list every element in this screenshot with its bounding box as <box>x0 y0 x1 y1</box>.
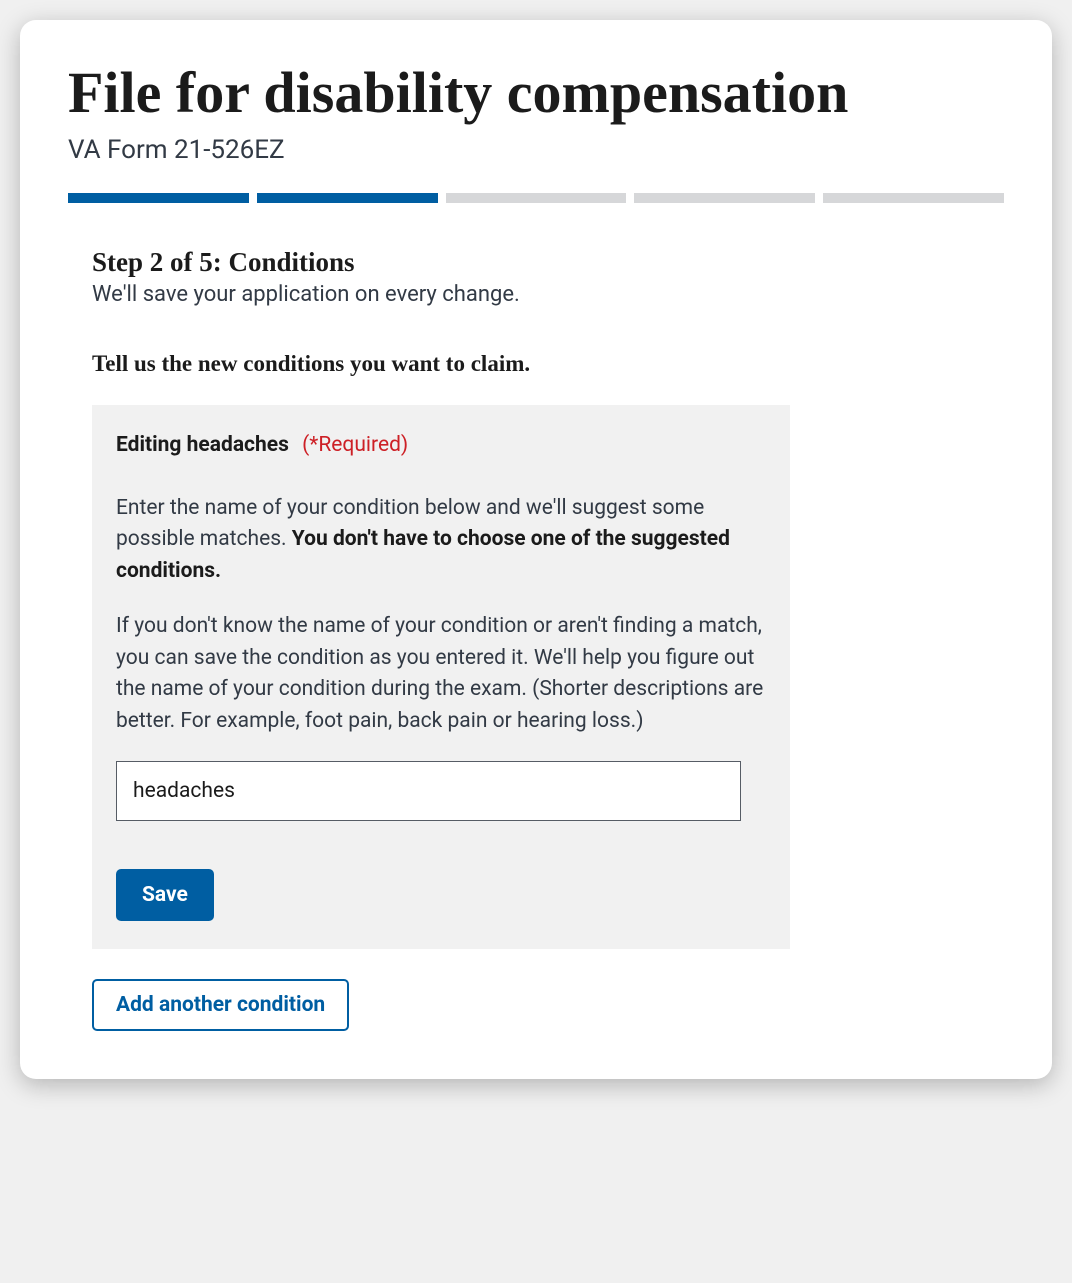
section-title: Tell us the new conditions you want to c… <box>92 351 864 377</box>
condition-edit-card: Editing headaches (*Required) Enter the … <box>92 405 790 950</box>
condition-name-input[interactable] <box>116 761 741 821</box>
editing-line: Editing headaches (*Required) <box>116 433 766 457</box>
save-button[interactable]: Save <box>116 869 214 921</box>
required-indicator: (*Required) <box>302 433 408 457</box>
instruction-intro: Enter the name of your condition below a… <box>116 493 766 588</box>
page-title: File for disability compensation <box>68 60 1004 127</box>
progress-segment-2 <box>257 193 438 203</box>
progress-bar <box>68 193 1004 203</box>
autosave-note: We'll save your application on every cha… <box>92 282 864 307</box>
progress-segment-5 <box>823 193 1004 203</box>
progress-segment-3 <box>446 193 627 203</box>
add-another-condition-button[interactable]: Add another condition <box>92 979 349 1031</box>
instruction-help: If you don't know the name of your condi… <box>116 611 766 737</box>
editing-label: Editing headaches <box>116 433 289 457</box>
form-page-card: File for disability compensation VA Form… <box>20 20 1052 1079</box>
form-number-subtitle: VA Form 21-526EZ <box>68 135 1004 165</box>
content-area: Step 2 of 5: Conditions We'll save your … <box>68 247 1004 1032</box>
step-heading: Step 2 of 5: Conditions <box>92 247 864 278</box>
progress-segment-4 <box>634 193 815 203</box>
progress-segment-1 <box>68 193 249 203</box>
